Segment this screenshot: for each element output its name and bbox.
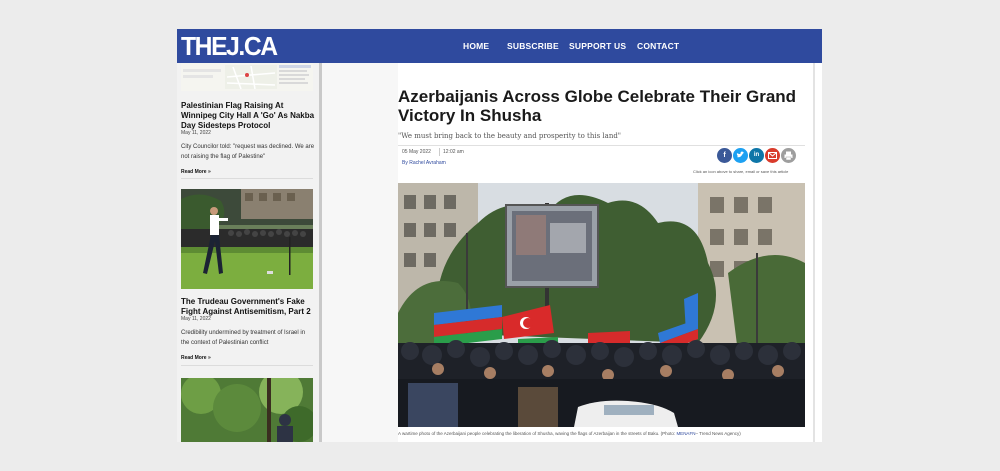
caption-credit-link[interactable]: MENAFN — [676, 431, 695, 436]
caption-text: A wartime photo of the Azerbaijani peopl… — [398, 431, 677, 436]
meta-divider — [398, 145, 805, 146]
photo-caption: A wartime photo of the Azerbaijani peopl… — [398, 431, 805, 436]
twitter-icon[interactable] — [733, 148, 748, 163]
sidebar-post-thumbnail[interactable] — [181, 378, 313, 442]
sidebar-post-date: May 11, 2022 — [181, 130, 211, 136]
meta-separator — [439, 148, 440, 156]
share-note: Click an icon above to share, email or s… — [693, 169, 789, 174]
sidebar: Palestinian Flag Raising At Winnipeg Cit… — [177, 63, 321, 442]
email-icon[interactable] — [765, 148, 780, 163]
sidebar-post-excerpt: City Councilor told: "request was declin… — [181, 144, 315, 160]
facebook-icon[interactable]: f — [717, 148, 732, 163]
sidebar-post-title[interactable]: The Trudeau Government's Fake Fight Agai… — [181, 297, 317, 317]
read-more-link[interactable]: Read More » — [181, 355, 211, 361]
article-photo — [398, 183, 805, 427]
nav-support-us[interactable]: SUPPORT US — [569, 41, 626, 51]
page-gutter — [322, 63, 398, 442]
article-author[interactable]: By Rachel Avraham — [402, 160, 446, 166]
site-logo[interactable]: THEJ.CA — [181, 32, 278, 60]
sidebar-divider — [181, 178, 313, 179]
read-more-link[interactable]: Read More » — [181, 169, 211, 175]
article-subhead: "We must bring back to the beauty and pr… — [398, 132, 622, 140]
article-time: 12:02 am — [443, 149, 464, 155]
sidebar-post-thumbnail[interactable] — [181, 189, 313, 289]
sidebar-divider — [181, 365, 313, 366]
nav-home[interactable]: HOME — [463, 41, 489, 51]
sidebar-map-thumbnail[interactable] — [181, 63, 313, 91]
print-icon[interactable] — [781, 148, 796, 163]
article-headline: Azerbaijanis Across Globe Celebrate Thei… — [398, 87, 797, 125]
article-date: 05 May 2022 — [402, 149, 431, 155]
linkedin-icon[interactable]: in — [749, 148, 764, 163]
browser-page: THEJ.CA HOME SUBSCRIBE SUPPORT US CONTAC… — [177, 29, 822, 442]
nav-contact[interactable]: CONTACT — [637, 41, 679, 51]
nav-subscribe[interactable]: SUBSCRIBE — [507, 41, 559, 51]
caption-tail: – Trend News Agency) — [695, 431, 741, 436]
sidebar-post-title[interactable]: Palestinian Flag Raising At Winnipeg Cit… — [181, 101, 317, 131]
site-header: THEJ.CA HOME SUBSCRIBE SUPPORT US CONTAC… — [177, 29, 822, 63]
sidebar-post-date: May 11, 2022 — [181, 316, 211, 322]
content-edge — [813, 63, 815, 442]
sidebar-post-excerpt: Credibility undermined by treatment of I… — [181, 330, 306, 346]
